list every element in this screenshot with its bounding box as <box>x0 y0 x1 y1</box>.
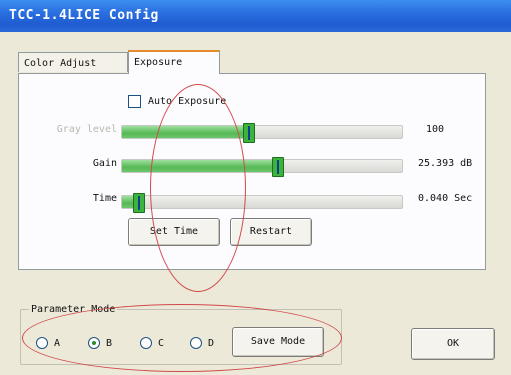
mode-a-label: A <box>54 337 61 349</box>
parameter-mode-legend: Parameter Mode <box>29 304 118 315</box>
gray-level-slider[interactable] <box>121 123 403 143</box>
mode-option-a[interactable]: A <box>36 337 60 349</box>
time-value: 0.040 Sec <box>418 193 473 204</box>
gray-level-label: Gray level <box>56 124 117 135</box>
gain-value: 25.393 dB <box>418 158 473 169</box>
gain-slider[interactable] <box>121 157 403 177</box>
mode-a-radio[interactable] <box>36 337 48 349</box>
mode-d-label: D <box>208 337 215 349</box>
set-time-button[interactable]: Set Time <box>128 218 220 246</box>
auto-exposure-checkbox[interactable] <box>128 94 141 108</box>
mode-c-radio[interactable] <box>140 337 152 349</box>
ok-button[interactable]: OK <box>411 328 495 360</box>
mode-option-b[interactable]: B <box>88 337 112 349</box>
restart-button[interactable]: Restart <box>230 218 312 246</box>
auto-exposure-row[interactable]: Auto Exposure <box>128 94 226 108</box>
mode-option-d[interactable]: D <box>190 337 214 349</box>
gain-thumb[interactable] <box>272 157 284 177</box>
time-thumb[interactable] <box>133 193 145 213</box>
auto-exposure-label: Auto Exposure <box>148 95 227 107</box>
gain-label: Gain <box>92 158 117 169</box>
tab-color-adjust[interactable]: Color Adjust <box>18 52 128 72</box>
mode-option-c[interactable]: C <box>140 337 164 349</box>
gray-level-thumb[interactable] <box>243 123 255 143</box>
gray-level-value: 100 <box>426 124 445 135</box>
gray-level-fill <box>122 126 249 138</box>
mode-c-label: C <box>158 337 165 349</box>
gain-fill <box>122 160 278 172</box>
mode-b-label: B <box>106 337 113 349</box>
mode-b-radio[interactable] <box>88 337 100 349</box>
tab-exposure[interactable]: Exposure <box>128 50 220 74</box>
save-mode-button[interactable]: Save Mode <box>232 327 324 357</box>
window-title: TCC-1.4LICE Config <box>0 0 511 32</box>
time-label: Time <box>92 193 117 204</box>
time-slider[interactable] <box>121 193 403 213</box>
mode-d-radio[interactable] <box>190 337 202 349</box>
